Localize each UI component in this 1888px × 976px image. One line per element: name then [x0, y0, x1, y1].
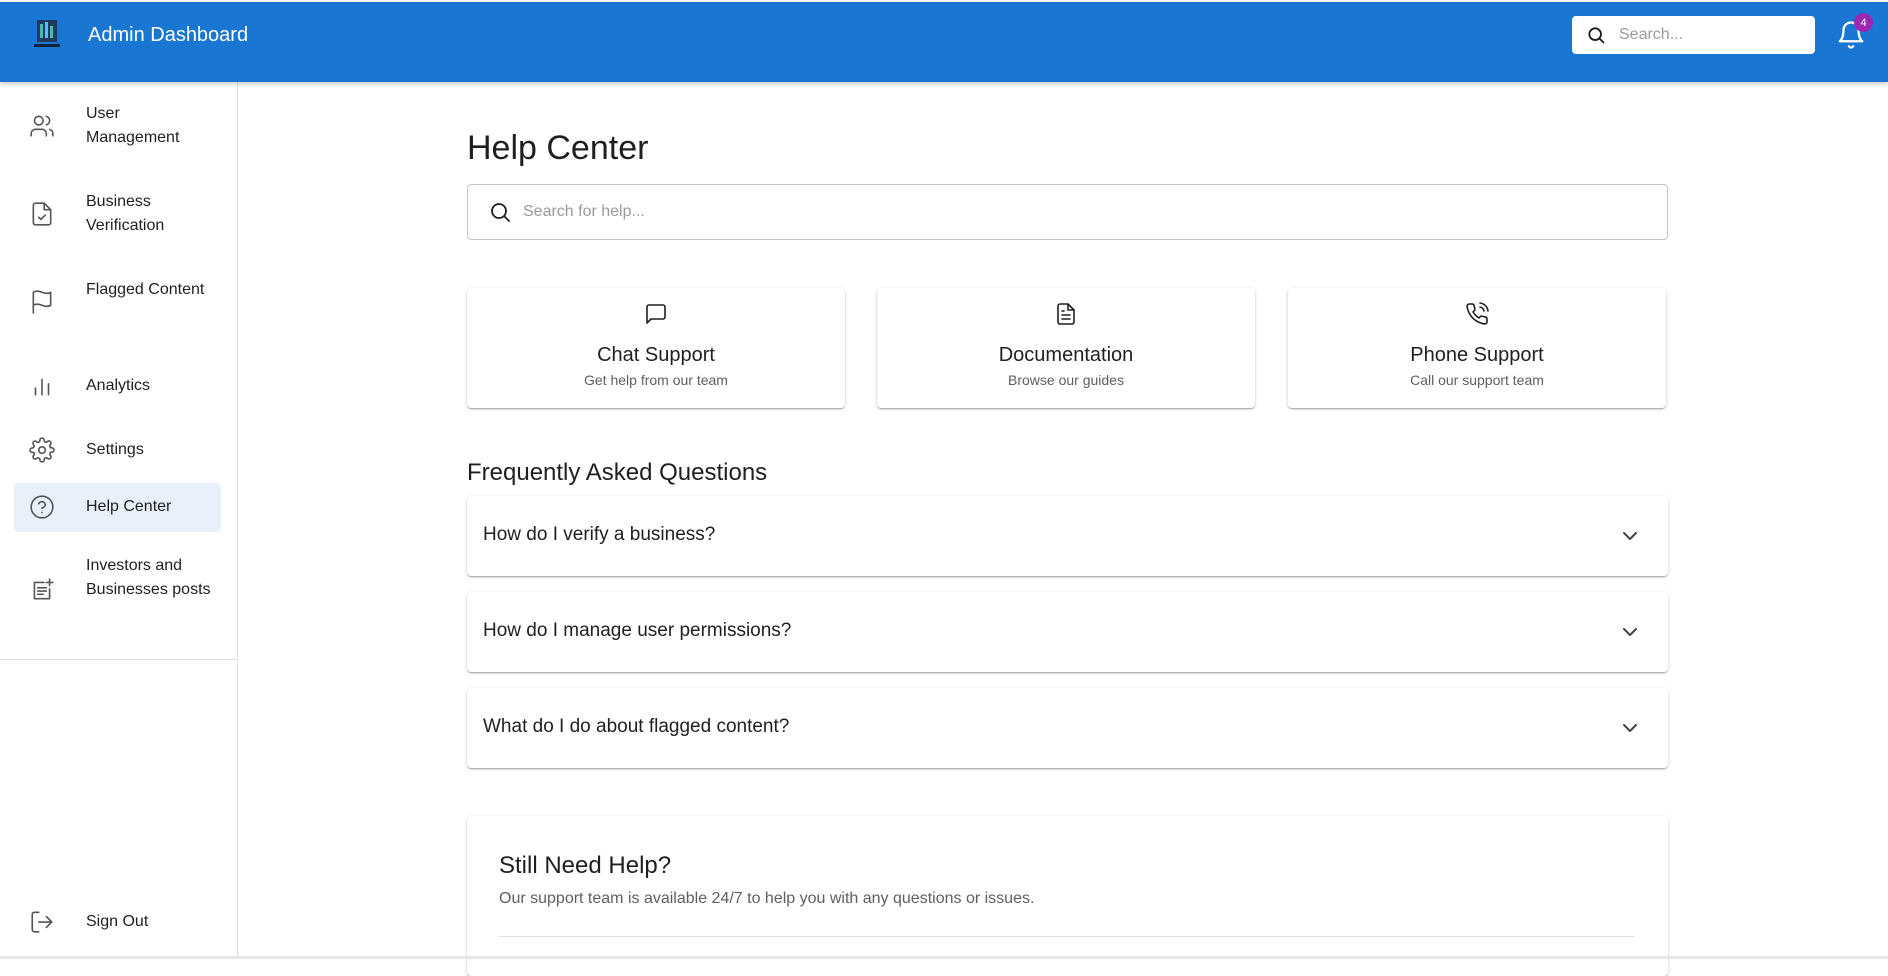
sidebar-item-label: Analytics	[86, 377, 151, 394]
chevron-down-icon[interactable]	[1618, 620, 1642, 644]
sidebar-item-user-management[interactable]: User Management	[14, 100, 221, 152]
post-add-icon	[29, 577, 55, 603]
still-need-help-panel: Still Need Help? Our support team is ava…	[467, 816, 1668, 976]
gear-icon	[29, 437, 55, 463]
sidebar-divider	[0, 659, 237, 660]
sidebar-item-label: Settings	[86, 441, 144, 458]
sidebar-item-analytics[interactable]: Analytics	[14, 364, 221, 408]
flag-icon	[29, 289, 55, 315]
still-need-help-text: Our support team is available 24/7 to he…	[499, 890, 1035, 907]
sign-out-button[interactable]: Sign Out	[14, 900, 221, 944]
sidebar-item-label: Business Verification	[86, 193, 165, 234]
faq-item[interactable]: How do I manage user permissions?	[467, 592, 1668, 672]
faq-question: How do I verify a business?	[483, 524, 716, 545]
users-icon	[29, 113, 55, 139]
chat-support-card[interactable]: Chat Support Get help from our team	[467, 288, 845, 408]
file-check-icon	[29, 201, 55, 227]
investment-logo-icon[interactable]	[29, 16, 65, 52]
still-need-help-title: Still Need Help?	[499, 852, 672, 879]
chevron-down-icon[interactable]	[1618, 524, 1642, 548]
faq-item[interactable]: How do I verify a business?	[467, 496, 1668, 576]
logout-icon	[29, 909, 55, 935]
help-circle-icon	[29, 494, 55, 520]
page-title: Help Center	[467, 129, 649, 167]
help-search-box[interactable]	[467, 184, 1668, 240]
sidebar-item-label: Investors and Businesses posts	[86, 557, 211, 598]
header-search-input[interactable]	[1619, 26, 1799, 44]
sidebar-item-investors-posts[interactable]: Investors and Businesses posts	[14, 552, 221, 628]
faq-question: How do I manage user permissions?	[483, 620, 792, 641]
faq-heading: Frequently Asked Questions	[467, 459, 768, 486]
card-subtitle: Call our support team	[1410, 372, 1544, 388]
sidebar: User Management Business Verification Fl…	[0, 82, 238, 959]
card-title: Chat Support	[597, 344, 715, 366]
card-subtitle: Browse our guides	[1008, 372, 1124, 388]
notification-badge: 4	[1854, 13, 1873, 32]
sidebar-item-help-center[interactable]: Help Center	[14, 483, 221, 532]
search-icon	[488, 200, 512, 224]
help-search-input[interactable]	[523, 203, 1623, 221]
header-search-box[interactable]	[1572, 16, 1815, 54]
sidebar-item-label: Help Center	[86, 498, 172, 515]
app-title: Admin Dashboard	[88, 24, 249, 46]
documentation-card[interactable]: Documentation Browse our guides	[877, 288, 1255, 408]
faq-question: What do I do about flagged content?	[483, 716, 790, 737]
sidebar-item-business-verification[interactable]: Business Verification	[14, 188, 221, 240]
card-subtitle: Get help from our team	[584, 372, 728, 388]
chat-icon	[644, 302, 668, 326]
card-title: Phone Support	[1410, 344, 1544, 366]
sidebar-item-label: User Management	[86, 105, 180, 146]
phone-support-card[interactable]: Phone Support Call our support team	[1288, 288, 1666, 408]
faq-item[interactable]: What do I do about flagged content?	[467, 688, 1668, 768]
chevron-down-icon[interactable]	[1618, 716, 1642, 740]
document-icon	[1054, 302, 1078, 326]
app-header: Admin Dashboard 4	[0, 2, 1888, 82]
card-title: Documentation	[998, 344, 1134, 366]
bar-chart-icon	[29, 373, 55, 399]
search-icon	[1586, 25, 1606, 45]
phone-icon	[1465, 302, 1489, 326]
sidebar-item-settings[interactable]: Settings	[14, 428, 221, 472]
sidebar-item-flagged-content[interactable]: Flagged Content	[14, 276, 221, 328]
sidebar-item-label: Flagged Content	[86, 281, 205, 298]
panel-divider	[499, 936, 1635, 937]
sign-out-label: Sign Out	[86, 913, 149, 930]
